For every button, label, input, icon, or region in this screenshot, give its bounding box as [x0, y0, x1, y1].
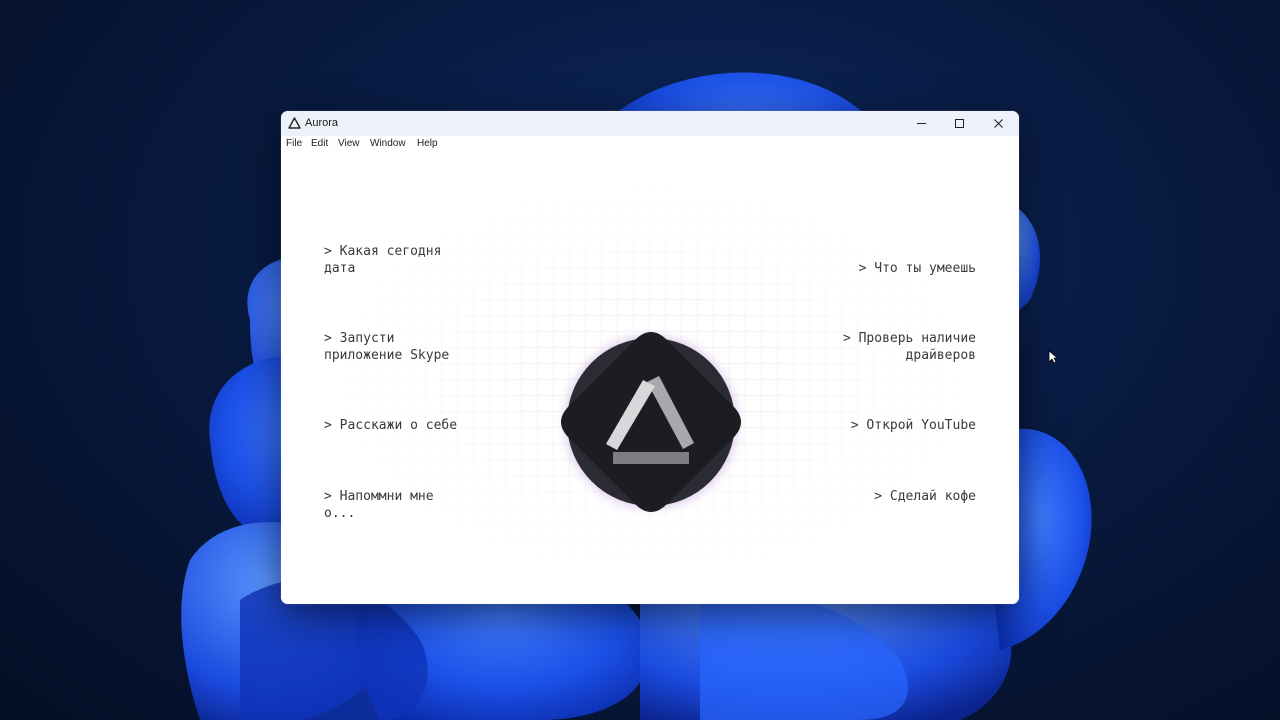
assistant-panel: > Какая сегодня дата > Запусти приложени…	[281, 154, 1019, 604]
maximize-button[interactable]	[940, 111, 978, 136]
menu-bar: File Edit View Window Help	[281, 136, 1019, 154]
suggestion-todays-date[interactable]: > Какая сегодня дата	[324, 243, 441, 277]
minimize-icon	[916, 123, 926, 124]
suggestion-open-youtube[interactable]: > Открой YouTube	[851, 417, 976, 434]
suggestion-what-can-you-do[interactable]: > Что ты умеешь	[859, 260, 976, 277]
suggestion-about-yourself[interactable]: > Расскажи о себе	[324, 417, 457, 434]
title-bar[interactable]: Aurora	[281, 111, 1019, 136]
menu-view[interactable]: View	[338, 138, 360, 149]
suggestion-launch-skype[interactable]: > Запусти приложение Skype	[324, 330, 449, 364]
aurora-logo-icon[interactable]	[555, 326, 747, 518]
close-icon	[993, 119, 1003, 128]
menu-edit[interactable]: Edit	[311, 138, 328, 149]
aurora-window: Aurora File Edit View Window Help > Кака…	[281, 111, 1019, 604]
maximize-icon	[954, 119, 964, 128]
mouse-cursor-icon	[1048, 350, 1058, 364]
menu-help[interactable]: Help	[417, 138, 438, 149]
close-button[interactable]	[979, 111, 1017, 136]
suggestion-make-coffee[interactable]: > Сделай кофе	[874, 488, 976, 505]
window-title: Aurora	[305, 117, 339, 129]
menu-window[interactable]: Window	[370, 138, 406, 149]
aurora-triangle-icon	[288, 117, 301, 129]
minimize-button[interactable]	[902, 111, 940, 136]
menu-file[interactable]: File	[286, 138, 302, 149]
suggestion-check-drivers[interactable]: > Проверь наличие драйверов	[843, 330, 976, 364]
suggestion-remind-me[interactable]: > Напоммни мне о...	[324, 488, 434, 522]
